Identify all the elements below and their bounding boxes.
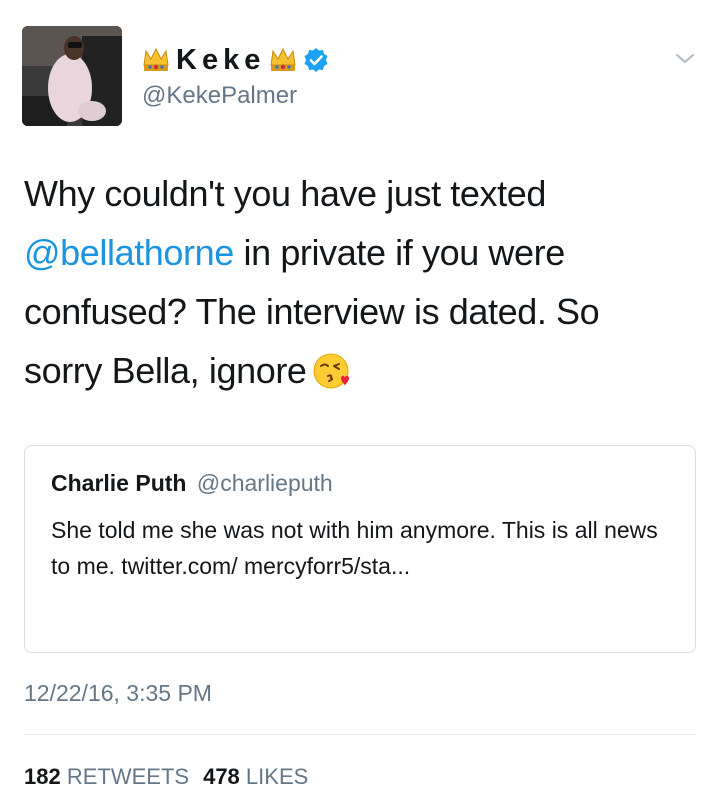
avatar-photo xyxy=(22,26,122,126)
mention-link[interactable]: @bellathorne xyxy=(24,232,234,273)
verified-badge-icon xyxy=(304,48,328,72)
retweets-count: 182 xyxy=(24,764,61,789)
kissing-face-icon xyxy=(313,353,349,389)
quoted-tweet-card[interactable]: Charlie Puth @charlieputh She told me sh… xyxy=(24,445,696,653)
retweets-stat[interactable]: 182 RETWEETS xyxy=(24,764,189,789)
tweet-text-part: Why couldn't you have just texted xyxy=(24,173,546,214)
retweets-label: RETWEETS xyxy=(66,764,190,789)
quoted-tweet-text: She told me she was not with him anymore… xyxy=(51,517,658,579)
author-display-name[interactable]: Keke xyxy=(176,44,265,77)
quoted-author-name: Charlie Puth xyxy=(51,470,187,496)
quoted-author-handle: @charlieputh xyxy=(196,470,333,496)
crown-icon xyxy=(270,47,296,71)
likes-stat[interactable]: 478 LIKES xyxy=(203,764,308,789)
crown-icon xyxy=(143,47,169,71)
author-handle[interactable]: @KekePalmer xyxy=(142,82,297,110)
tweet-stats: 182 RETWEETS 478 LIKES xyxy=(24,764,308,790)
tweet-text: Why couldn't you have just texted @bella… xyxy=(24,164,684,400)
profile-avatar[interactable] xyxy=(22,26,122,126)
likes-label: LIKES xyxy=(245,764,309,789)
divider xyxy=(24,734,696,735)
likes-count: 478 xyxy=(203,764,240,789)
chevron-down-icon[interactable] xyxy=(670,46,700,70)
tweet-timestamp[interactable]: 12/22/16, 3:35 PM xyxy=(24,680,212,707)
quoted-tweet-header: Charlie Puth @charlieputh xyxy=(51,470,333,497)
author-name-row[interactable]: Keke xyxy=(142,40,329,80)
